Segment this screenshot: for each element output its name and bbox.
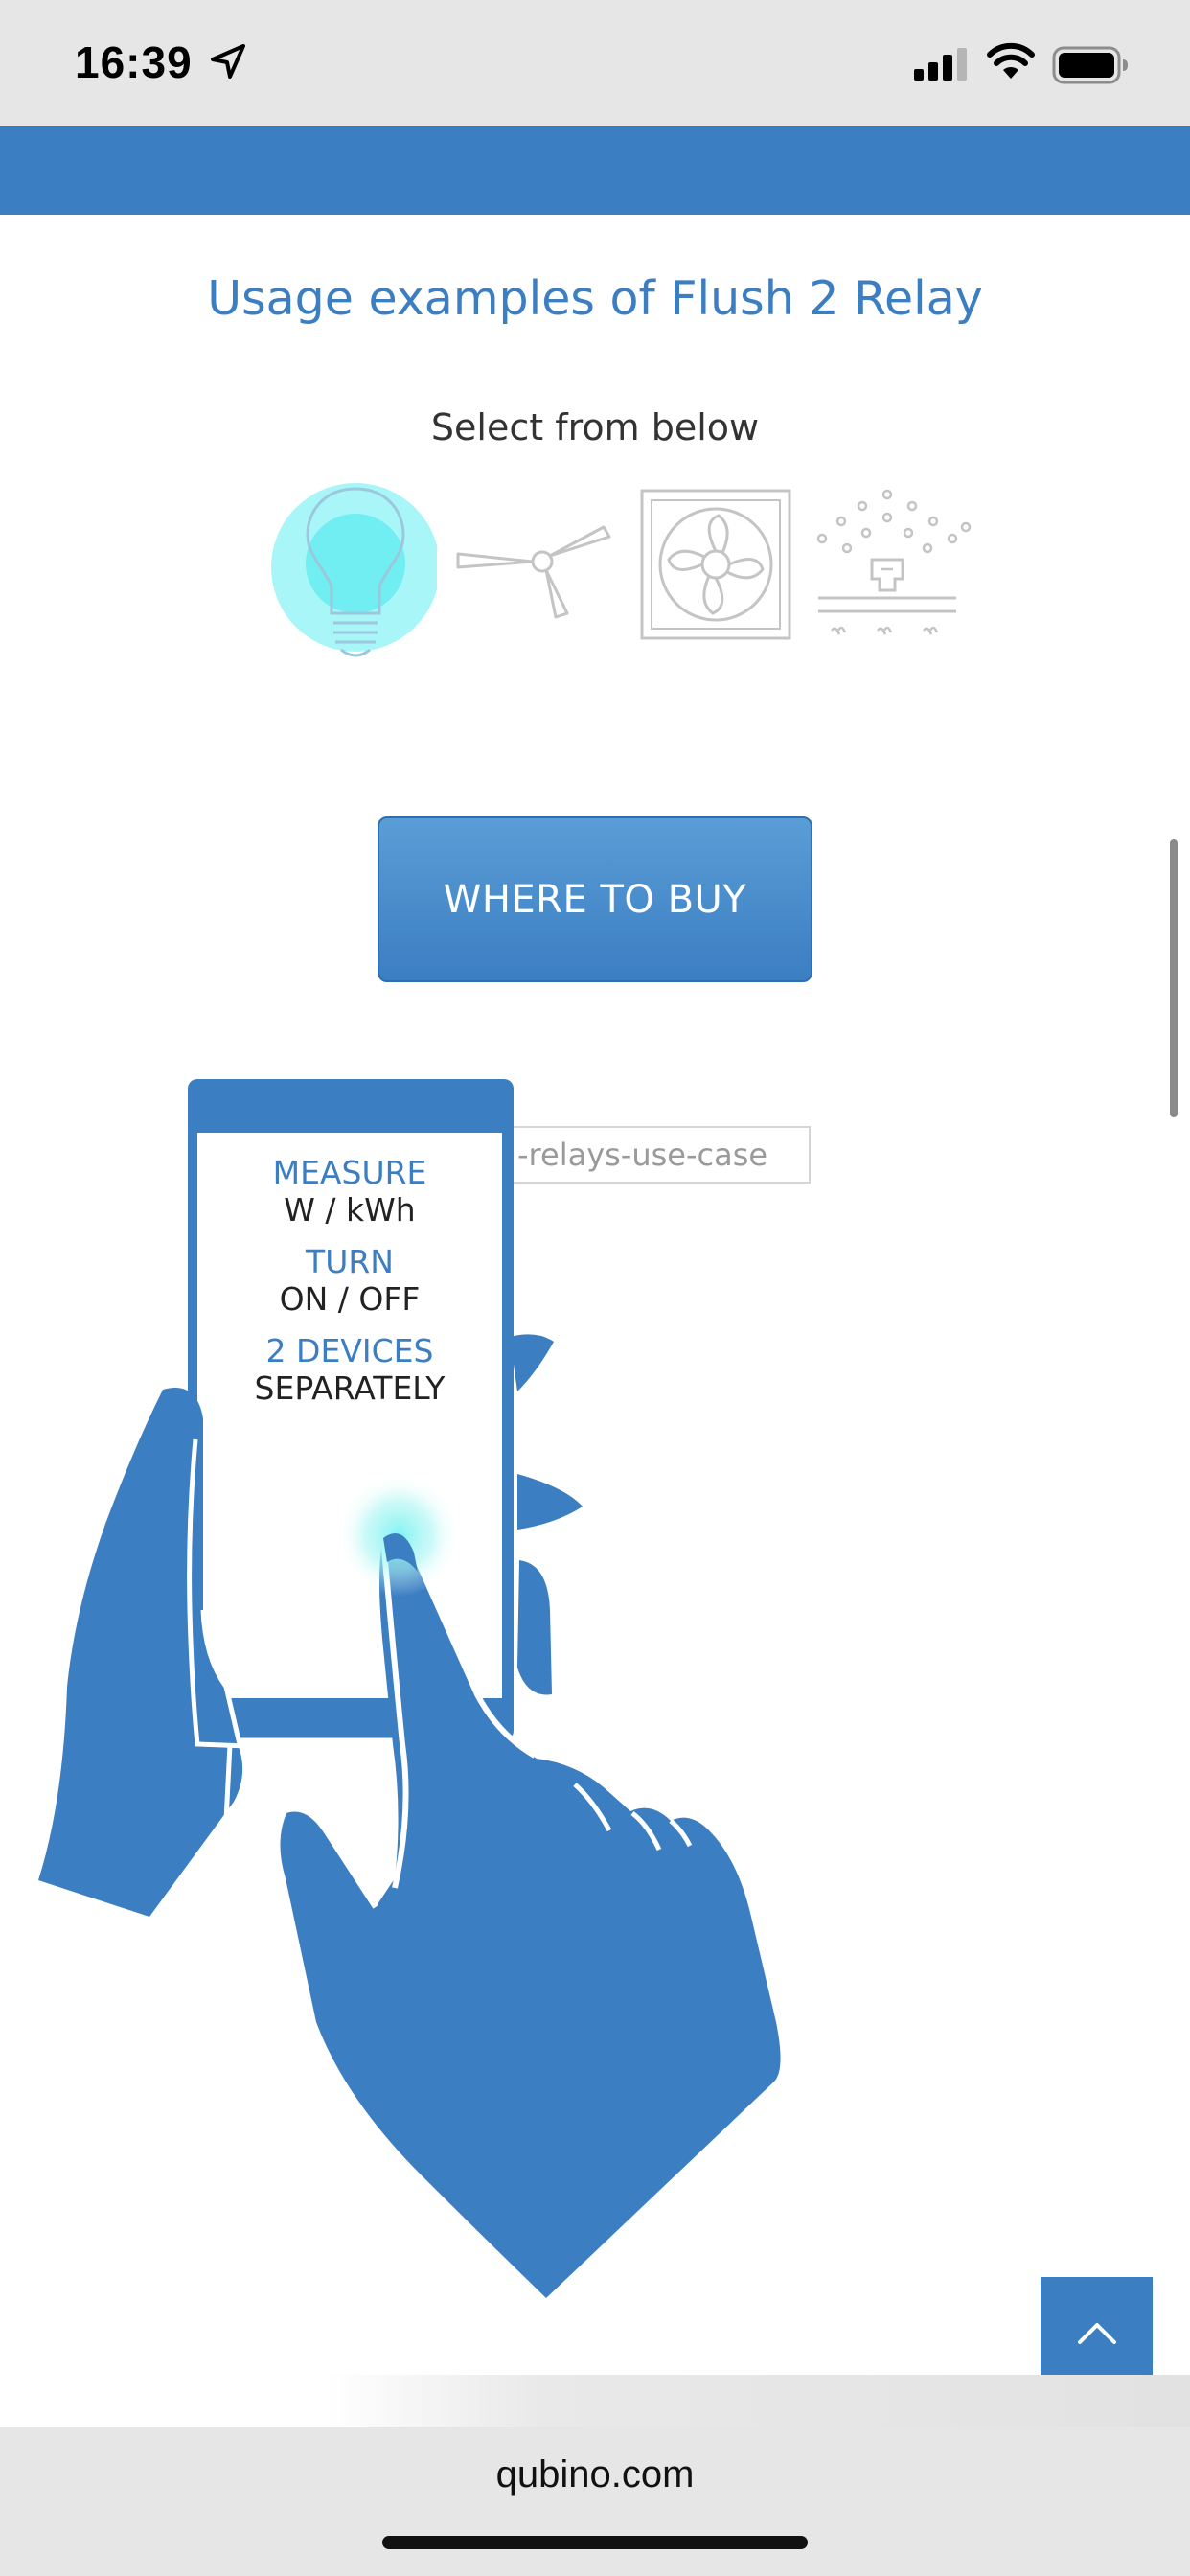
cellular-signal-icon	[914, 48, 967, 80]
phone-turn-label: TURN	[306, 1243, 394, 1280]
chevron-up-icon	[1077, 2322, 1116, 2344]
sprinkler-icon	[816, 489, 972, 635]
ceiling-fan-icon	[456, 525, 611, 619]
use-case-exhaust-fan[interactable]	[634, 479, 807, 661]
use-case-sprinkler[interactable]	[812, 479, 985, 661]
use-case-ceiling-fan[interactable]	[454, 479, 627, 661]
phone-devices-value: SEPARATELY	[254, 1369, 446, 1407]
wifi-icon	[987, 42, 1035, 79]
where-to-buy-button[interactable]: WHERE TO BUY	[378, 816, 812, 982]
status-time: 16:39	[75, 37, 193, 87]
location-arrow-icon	[211, 44, 245, 79]
battery-icon	[1052, 46, 1128, 84]
site-header-band	[0, 126, 1190, 215]
back-to-top-button[interactable]	[1041, 2277, 1153, 2389]
light-bulb-icon	[271, 483, 437, 657]
url-text[interactable]: qubino.com	[0, 2453, 1190, 2496]
phone-measure-value: W / kWh	[284, 1191, 416, 1229]
home-indicator	[382, 2536, 808, 2549]
phone-turn-value: ON / OFF	[279, 1280, 421, 1318]
footer-background-strip	[326, 2375, 1190, 2426]
page-scrollbar[interactable]	[1170, 840, 1178, 1117]
exhaust-fan-icon	[640, 489, 791, 640]
phone-devices-label: 2 DEVICES	[265, 1332, 434, 1369]
browser-url-bar[interactable]	[0, 2426, 1190, 2576]
use-case-light-bulb[interactable]	[264, 479, 437, 661]
section-title: Usage examples of Flush 2 Relay	[207, 271, 983, 326]
section-subtitle: Select from below	[430, 406, 760, 448]
phone-measure-label: MEASURE	[272, 1154, 427, 1191]
use-case-selector	[264, 479, 973, 661]
status-bar: 16:39	[0, 0, 1190, 126]
